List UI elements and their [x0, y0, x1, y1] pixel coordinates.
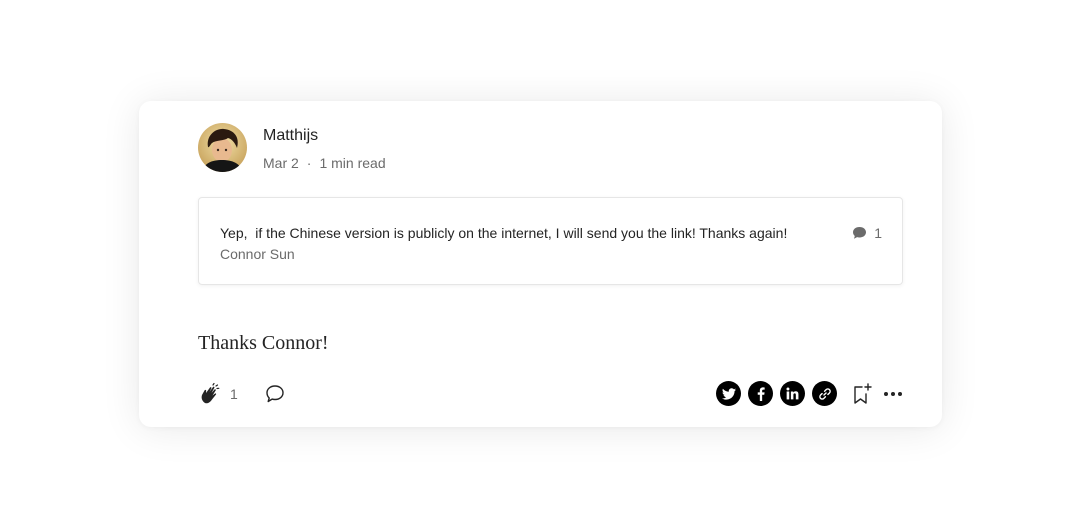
read-time: 1 min read	[319, 155, 386, 171]
response-card: Matthijs Mar 2 · 1 min read Yep, if the …	[139, 101, 942, 427]
meta-separator: ·	[306, 155, 312, 171]
post-date[interactable]: Mar 2	[263, 155, 299, 171]
avatar[interactable]	[198, 123, 247, 172]
quoted-response-author: Connor Sun	[220, 246, 295, 262]
bookmark-add-icon	[854, 382, 872, 404]
post-meta: Mar 2 · 1 min read	[263, 155, 386, 171]
facebook-icon	[757, 386, 765, 401]
clap-button[interactable]: 1	[198, 382, 238, 406]
share-twitter-button[interactable]	[716, 381, 741, 406]
share-bar	[716, 381, 903, 406]
link-icon	[818, 387, 831, 400]
twitter-icon	[721, 387, 736, 400]
quoted-response-text: Yep, if the Chinese version is publicly …	[220, 225, 788, 241]
more-horizontal-icon	[884, 391, 902, 396]
more-options-button[interactable]	[883, 391, 903, 397]
engagement-bar: 1	[198, 382, 286, 406]
author-name[interactable]: Matthijs	[263, 127, 318, 145]
respond-button[interactable]	[264, 383, 286, 405]
bookmark-button[interactable]	[851, 382, 873, 406]
quoted-response-count-value: 1	[874, 225, 882, 241]
speech-bubble-icon	[266, 385, 284, 403]
speech-bubble-filled-icon	[853, 227, 867, 239]
response-body: Thanks Connor!	[198, 332, 329, 354]
linkedin-icon	[786, 387, 799, 400]
quoted-response[interactable]: Yep, if the Chinese version is publicly …	[198, 197, 903, 285]
copy-link-button[interactable]	[812, 381, 837, 406]
clap-icon	[201, 382, 220, 404]
share-linkedin-button[interactable]	[780, 381, 805, 406]
quoted-response-count: 1	[852, 225, 882, 241]
clap-count: 1	[230, 386, 238, 402]
share-facebook-button[interactable]	[748, 381, 773, 406]
